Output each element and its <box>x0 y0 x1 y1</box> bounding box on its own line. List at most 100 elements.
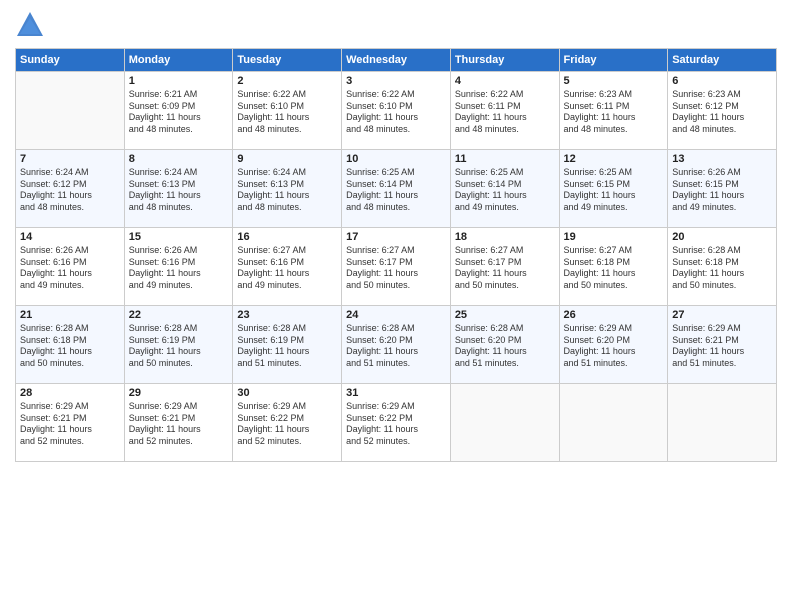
day-number: 26 <box>564 309 664 321</box>
day-number: 16 <box>237 231 337 243</box>
day-info: Sunrise: 6:28 AM Sunset: 6:19 PM Dayligh… <box>129 323 229 370</box>
day-number: 9 <box>237 153 337 165</box>
calendar-week-row: 14Sunrise: 6:26 AM Sunset: 6:16 PM Dayli… <box>16 228 777 306</box>
day-number: 21 <box>20 309 120 321</box>
calendar-day-cell: 20 Sunrise: 6:28 AM Sunset: 6:18 PM Dayli… <box>668 228 777 306</box>
day-info: Sunrise: 6:27 AM Sunset: 6:17 PM Dayligh… <box>455 245 555 292</box>
calendar-day-cell: 11Sunrise: 6:25 AM Sunset: 6:14 PM Dayli… <box>450 150 559 228</box>
calendar-week-row: 21 Sunrise: 6:28 AM Sunset: 6:18 PM Dayli… <box>16 306 777 384</box>
day-info: Sunrise: 6:28 AM Sunset: 6:20 PM Dayligh… <box>455 323 555 370</box>
calendar-day-cell: 23Sunrise: 6:28 AM Sunset: 6:19 PM Dayli… <box>233 306 342 384</box>
day-number: 13 <box>672 153 772 165</box>
day-info: Sunrise: 6:28 AM Sunset: 6:20 PM Dayligh… <box>346 323 446 370</box>
day-info: Sunrise: 6:22 AM Sunset: 6:10 PM Dayligh… <box>346 89 446 136</box>
calendar-day-header: Monday <box>124 49 233 72</box>
day-info: Sunrise: 6:25 AM Sunset: 6:14 PM Dayligh… <box>346 167 446 214</box>
calendar-day-cell <box>450 384 559 462</box>
calendar-day-cell: 21 Sunrise: 6:28 AM Sunset: 6:18 PM Dayli… <box>16 306 125 384</box>
calendar-day-cell: 15Sunrise: 6:26 AM Sunset: 6:16 PM Dayli… <box>124 228 233 306</box>
calendar-day-header: Friday <box>559 49 668 72</box>
day-number: 27 <box>672 309 772 321</box>
calendar-day-cell: 22 Sunrise: 6:28 AM Sunset: 6:19 PM Dayli… <box>124 306 233 384</box>
logo <box>15 10 49 40</box>
day-number: 3 <box>346 75 446 87</box>
calendar-day-cell: 17Sunrise: 6:27 AM Sunset: 6:17 PM Dayli… <box>342 228 451 306</box>
calendar-day-cell: 26 Sunrise: 6:29 AM Sunset: 6:20 PM Dayli… <box>559 306 668 384</box>
calendar-day-cell <box>668 384 777 462</box>
day-info: Sunrise: 6:29 AM Sunset: 6:21 PM Dayligh… <box>129 401 229 448</box>
calendar-week-row: 1Sunrise: 6:21 AM Sunset: 6:09 PM Daylig… <box>16 72 777 150</box>
day-number: 20 <box>672 231 772 243</box>
day-number: 12 <box>564 153 664 165</box>
day-info: Sunrise: 6:28 AM Sunset: 6:19 PM Dayligh… <box>237 323 337 370</box>
calendar-header-row: SundayMondayTuesdayWednesdayThursdayFrid… <box>16 49 777 72</box>
day-number: 18 <box>455 231 555 243</box>
calendar-page: SundayMondayTuesdayWednesdayThursdayFrid… <box>0 0 792 612</box>
calendar-day-cell: 30 Sunrise: 6:29 AM Sunset: 6:22 PM Dayli… <box>233 384 342 462</box>
day-number: 24 <box>346 309 446 321</box>
day-number: 14 <box>20 231 120 243</box>
day-info: Sunrise: 6:27 AM Sunset: 6:16 PM Dayligh… <box>237 245 337 292</box>
header <box>15 10 777 40</box>
calendar-day-cell: 13 Sunrise: 6:26 AM Sunset: 6:15 PM Dayli… <box>668 150 777 228</box>
day-number: 8 <box>129 153 229 165</box>
day-number: 1 <box>129 75 229 87</box>
calendar-day-cell: 14Sunrise: 6:26 AM Sunset: 6:16 PM Dayli… <box>16 228 125 306</box>
calendar-day-cell: 12 Sunrise: 6:25 AM Sunset: 6:15 PM Dayli… <box>559 150 668 228</box>
day-number: 6 <box>672 75 772 87</box>
day-info: Sunrise: 6:22 AM Sunset: 6:11 PM Dayligh… <box>455 89 555 136</box>
calendar-day-cell: 29 Sunrise: 6:29 AM Sunset: 6:21 PM Dayli… <box>124 384 233 462</box>
day-info: Sunrise: 6:29 AM Sunset: 6:22 PM Dayligh… <box>346 401 446 448</box>
calendar-day-cell: 6 Sunrise: 6:23 AM Sunset: 6:12 PM Daylig… <box>668 72 777 150</box>
day-number: 28 <box>20 387 120 399</box>
day-info: Sunrise: 6:23 AM Sunset: 6:12 PM Dayligh… <box>672 89 772 136</box>
day-info: Sunrise: 6:25 AM Sunset: 6:15 PM Dayligh… <box>564 167 664 214</box>
day-info: Sunrise: 6:29 AM Sunset: 6:22 PM Dayligh… <box>237 401 337 448</box>
calendar-day-cell: 8 Sunrise: 6:24 AM Sunset: 6:13 PM Daylig… <box>124 150 233 228</box>
day-info: Sunrise: 6:27 AM Sunset: 6:18 PM Dayligh… <box>564 245 664 292</box>
day-info: Sunrise: 6:24 AM Sunset: 6:13 PM Dayligh… <box>129 167 229 214</box>
day-number: 19 <box>564 231 664 243</box>
day-info: Sunrise: 6:28 AM Sunset: 6:18 PM Dayligh… <box>20 323 120 370</box>
calendar-day-cell: 9 Sunrise: 6:24 AM Sunset: 6:13 PM Daylig… <box>233 150 342 228</box>
day-number: 30 <box>237 387 337 399</box>
calendar-week-row: 7 Sunrise: 6:24 AM Sunset: 6:12 PM Daylig… <box>16 150 777 228</box>
day-number: 11 <box>455 153 555 165</box>
calendar-day-cell <box>559 384 668 462</box>
day-number: 2 <box>237 75 337 87</box>
calendar-day-cell: 27 Sunrise: 6:29 AM Sunset: 6:21 PM Dayli… <box>668 306 777 384</box>
day-info: Sunrise: 6:29 AM Sunset: 6:21 PM Dayligh… <box>672 323 772 370</box>
day-info: Sunrise: 6:27 AM Sunset: 6:17 PM Dayligh… <box>346 245 446 292</box>
day-info: Sunrise: 6:24 AM Sunset: 6:13 PM Dayligh… <box>237 167 337 214</box>
day-number: 7 <box>20 153 120 165</box>
calendar-day-cell: 10 Sunrise: 6:25 AM Sunset: 6:14 PM Dayli… <box>342 150 451 228</box>
day-number: 25 <box>455 309 555 321</box>
day-info: Sunrise: 6:22 AM Sunset: 6:10 PM Dayligh… <box>237 89 337 136</box>
day-number: 29 <box>129 387 229 399</box>
calendar-day-cell: 5Sunrise: 6:23 AM Sunset: 6:11 PM Daylig… <box>559 72 668 150</box>
day-info: Sunrise: 6:24 AM Sunset: 6:12 PM Dayligh… <box>20 167 120 214</box>
day-number: 22 <box>129 309 229 321</box>
calendar-day-cell <box>16 72 125 150</box>
calendar-week-row: 28 Sunrise: 6:29 AM Sunset: 6:21 PM Dayli… <box>16 384 777 462</box>
calendar-day-cell: 31 Sunrise: 6:29 AM Sunset: 6:22 PM Dayli… <box>342 384 451 462</box>
day-info: Sunrise: 6:26 AM Sunset: 6:15 PM Dayligh… <box>672 167 772 214</box>
calendar-day-cell: 1Sunrise: 6:21 AM Sunset: 6:09 PM Daylig… <box>124 72 233 150</box>
calendar-day-cell: 4 Sunrise: 6:22 AM Sunset: 6:11 PM Daylig… <box>450 72 559 150</box>
calendar-day-cell: 3 Sunrise: 6:22 AM Sunset: 6:10 PM Daylig… <box>342 72 451 150</box>
day-info: Sunrise: 6:29 AM Sunset: 6:21 PM Dayligh… <box>20 401 120 448</box>
calendar-day-header: Saturday <box>668 49 777 72</box>
day-number: 5 <box>564 75 664 87</box>
day-number: 31 <box>346 387 446 399</box>
day-info: Sunrise: 6:28 AM Sunset: 6:18 PM Dayligh… <box>672 245 772 292</box>
day-number: 4 <box>455 75 555 87</box>
logo-icon <box>15 10 45 40</box>
day-number: 15 <box>129 231 229 243</box>
calendar-day-cell: 25 Sunrise: 6:28 AM Sunset: 6:20 PM Dayli… <box>450 306 559 384</box>
day-info: Sunrise: 6:29 AM Sunset: 6:20 PM Dayligh… <box>564 323 664 370</box>
calendar-day-header: Thursday <box>450 49 559 72</box>
day-number: 10 <box>346 153 446 165</box>
calendar-day-header: Wednesday <box>342 49 451 72</box>
calendar-day-cell: 19 Sunrise: 6:27 AM Sunset: 6:18 PM Dayli… <box>559 228 668 306</box>
calendar-day-cell: 28 Sunrise: 6:29 AM Sunset: 6:21 PM Dayli… <box>16 384 125 462</box>
